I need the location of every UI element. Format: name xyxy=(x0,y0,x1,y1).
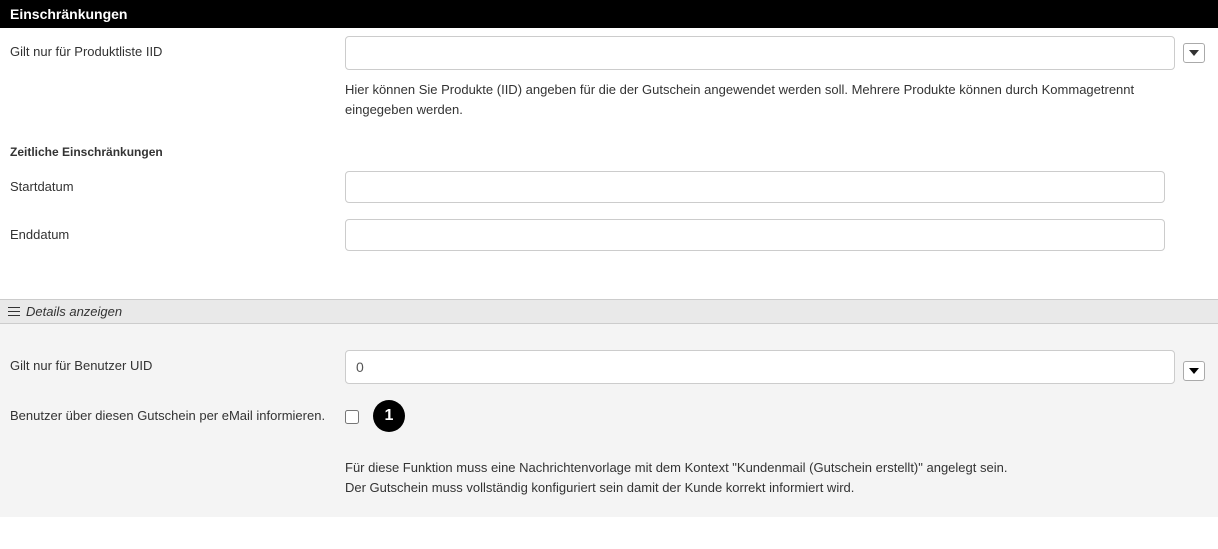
details-toggle-bar[interactable]: Details anzeigen xyxy=(0,299,1218,324)
end-date-label: Enddatum xyxy=(10,219,345,251)
user-uid-label: Gilt nur für Benutzer UID xyxy=(10,350,345,384)
start-date-row: Startdatum xyxy=(0,163,1218,211)
annotation-badge: 1 xyxy=(373,400,405,432)
details-toggle-label: Details anzeigen xyxy=(26,304,122,319)
user-uid-input[interactable] xyxy=(345,350,1175,384)
user-uid-field xyxy=(345,350,1208,384)
end-date-field xyxy=(345,219,1208,251)
user-uid-dropdown-button[interactable] xyxy=(1183,361,1205,381)
product-list-help: Hier können Sie Produkte (IID) angeben f… xyxy=(0,70,1150,139)
restrictions-header: Einschränkungen xyxy=(0,0,1218,28)
user-uid-row: Gilt nur für Benutzer UID xyxy=(10,342,1208,392)
email-help-line1: Für diese Funktion muss eine Nachrichten… xyxy=(345,458,1198,478)
product-list-row: Gilt nur für Produktliste IID xyxy=(0,28,1218,70)
end-date-row: Enddatum xyxy=(0,211,1218,259)
hamburger-icon xyxy=(8,307,20,316)
product-list-dropdown-button[interactable] xyxy=(1183,43,1205,63)
details-panel: Gilt nur für Benutzer UID Benutzer über … xyxy=(0,324,1218,517)
end-date-input[interactable] xyxy=(345,219,1165,251)
chevron-down-icon xyxy=(1189,50,1199,56)
chevron-down-icon xyxy=(1189,368,1199,374)
product-list-field xyxy=(345,36,1208,70)
email-notify-checkbox[interactable] xyxy=(345,410,359,424)
section-spacer xyxy=(0,259,1218,299)
time-restrictions-header: Zeitliche Einschränkungen xyxy=(0,139,1218,163)
email-notify-row: Benutzer über diesen Gutschein per eMail… xyxy=(10,392,1208,440)
product-list-input[interactable] xyxy=(345,36,1175,70)
product-list-label: Gilt nur für Produktliste IID xyxy=(10,36,345,70)
email-help-line2: Der Gutschein muss vollständig konfiguri… xyxy=(345,478,1198,498)
email-notify-help: Für diese Funktion muss eine Nachrichten… xyxy=(10,440,1208,497)
start-date-field xyxy=(345,171,1208,203)
email-notify-label: Benutzer über diesen Gutschein per eMail… xyxy=(10,400,345,432)
email-notify-field: 1 xyxy=(345,400,1208,432)
start-date-input[interactable] xyxy=(345,171,1165,203)
start-date-label: Startdatum xyxy=(10,171,345,203)
